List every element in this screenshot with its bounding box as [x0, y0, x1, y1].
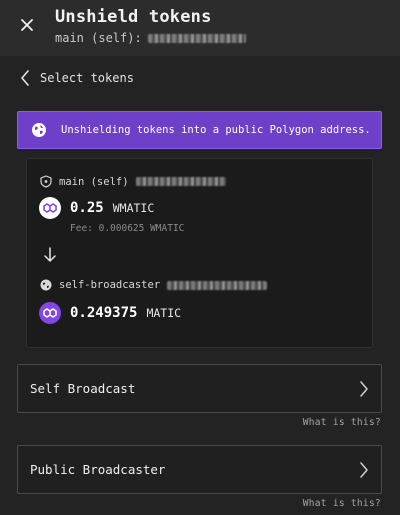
globe-icon	[32, 123, 46, 137]
from-amount-row: 0.25 WMATIC	[39, 197, 154, 219]
to-amount: 0.249375	[70, 305, 138, 321]
public-broadcaster-help-link[interactable]: What is this?	[303, 498, 381, 509]
from-amount: 0.25	[70, 200, 104, 216]
polygon-logo-icon	[39, 197, 61, 219]
chevron-left-icon[interactable]	[20, 70, 30, 86]
info-banner: Unshielding tokens into a public Polygon…	[17, 111, 382, 149]
to-wallet-name: self-broadcaster	[59, 279, 161, 291]
page-title: Unshield tokens	[55, 7, 212, 27]
header: Unshield tokens main (self):	[0, 0, 400, 56]
redacted-address	[147, 33, 246, 43]
to-symbol: MATIC	[146, 306, 182, 320]
self-broadcast-label[interactable]: Self Broadcast	[30, 381, 135, 396]
to-amount-row: 0.249375 MATIC	[39, 302, 181, 324]
from-symbol: WMATIC	[112, 201, 155, 215]
close-icon[interactable]	[20, 18, 34, 32]
from-wallet-name: main (self)	[59, 175, 129, 188]
redacted-to-address	[167, 280, 268, 290]
public-broadcaster-label[interactable]: Public Broadcaster	[30, 462, 165, 477]
close-button[interactable]	[14, 12, 40, 38]
to-wallet-row: self-broadcaster	[40, 279, 268, 291]
back-to-select-tokens[interactable]: Select tokens	[20, 70, 134, 86]
arrow-down-icon	[44, 247, 56, 262]
public-broadcaster-option[interactable]: Public Broadcaster	[17, 445, 382, 494]
self-broadcast-option[interactable]: Self Broadcast	[17, 364, 382, 413]
shield-icon	[40, 175, 52, 188]
wallet-subtitle: main (self):	[55, 31, 246, 45]
chevron-right-icon[interactable]	[359, 380, 369, 398]
redacted-from-address	[135, 177, 226, 186]
transaction-summary-card: main (self) 0.25 WMATIC Fee: 0.000625 WM…	[26, 158, 373, 348]
back-label[interactable]: Select tokens	[40, 71, 134, 85]
banner-text: Unshielding tokens into a public Polygon…	[61, 124, 371, 136]
from-wallet-row: main (self)	[40, 175, 226, 188]
fee-text: Fee: 0.000625 WMATIC	[70, 223, 185, 234]
globe-icon	[40, 279, 52, 291]
subtitle-label: main (self):	[55, 31, 142, 45]
polygon-logo-icon	[39, 302, 61, 324]
self-broadcast-help-link[interactable]: What is this?	[303, 417, 381, 428]
chevron-right-icon[interactable]	[359, 461, 369, 479]
